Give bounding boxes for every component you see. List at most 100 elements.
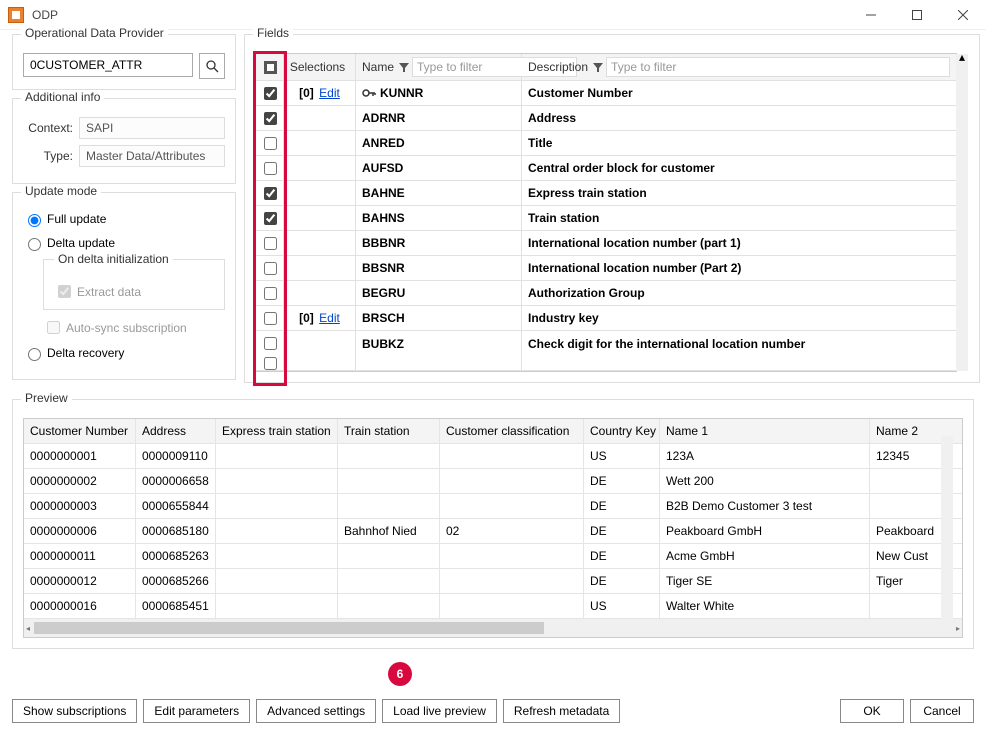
preview-row[interactable]: 00000000060000685180Bahnhof Nied02DEPeak… xyxy=(24,519,962,544)
field-row[interactable]: BAHNSTrain station xyxy=(256,206,956,231)
provider-search-button[interactable] xyxy=(199,53,225,79)
preview-row[interactable]: 00000000110000685263DEAcme GmbHNew Cust xyxy=(24,544,962,569)
field-name: BBSNR xyxy=(362,261,405,275)
preview-row[interactable]: 00000000010000009110US123A12345 xyxy=(24,444,962,469)
preview-cell: Peakboard GmbH xyxy=(660,519,870,543)
cancel-button[interactable]: Cancel xyxy=(910,699,974,723)
field-row-checkbox[interactable] xyxy=(264,262,277,275)
field-name: BAHNS xyxy=(362,211,405,225)
advanced-settings-button[interactable]: Advanced settings xyxy=(256,699,376,723)
field-row-checkbox[interactable] xyxy=(264,187,277,200)
field-row[interactable]: BAHNE Express train station xyxy=(256,181,956,206)
preview-column-header[interactable]: Name 2 xyxy=(870,419,940,443)
name-header[interactable]: Name xyxy=(362,60,394,74)
preview-column-header[interactable]: Customer classification xyxy=(440,419,584,443)
delta-recovery-radio[interactable] xyxy=(28,348,41,361)
preview-cell xyxy=(338,494,440,518)
full-update-radio[interactable] xyxy=(28,214,41,227)
preview-cell: 0000000011 xyxy=(24,544,136,568)
autosync-checkbox xyxy=(47,321,60,334)
field-row-checkbox[interactable] xyxy=(264,237,277,250)
preview-cell: 12345 xyxy=(870,444,940,468)
preview-row[interactable]: 00000000030000655844DEB2B Demo Customer … xyxy=(24,494,962,519)
preview-group: Preview Customer NumberAddressExpress tr… xyxy=(12,399,974,649)
preview-column-header[interactable]: Address xyxy=(136,419,216,443)
key-icon xyxy=(362,87,376,99)
select-all-checkbox[interactable] xyxy=(264,61,277,74)
field-row[interactable]: ADRNRAddress xyxy=(256,106,956,131)
fields-scrollbar[interactable]: ▴ xyxy=(956,54,968,371)
field-description: Central order block for customer xyxy=(528,161,715,175)
preview-row[interactable]: 00000000160000685451USWalter White xyxy=(24,594,962,619)
edit-parameters-button[interactable]: Edit parameters xyxy=(143,699,250,723)
preview-row[interactable]: 00000000020000006658DEWett 200 xyxy=(24,469,962,494)
field-name: BAHNE xyxy=(362,186,405,200)
preview-hscrollbar[interactable]: ◂ ▸ xyxy=(24,619,962,637)
field-row[interactable]: BBBNRInternational location number (part… xyxy=(256,231,956,256)
preview-cell: Tiger SE xyxy=(660,569,870,593)
extract-data-label: Extract data xyxy=(77,285,141,299)
preview-column-header[interactable]: Customer Number xyxy=(24,419,136,443)
preview-cell xyxy=(216,544,338,568)
update-legend: Update mode xyxy=(21,184,101,198)
close-button[interactable] xyxy=(940,0,986,30)
edit-selection-link[interactable]: Edit xyxy=(319,86,340,100)
preview-column-header[interactable]: Name 1 xyxy=(660,419,870,443)
preview-vscrollbar[interactable] xyxy=(941,436,953,620)
field-row-checkbox[interactable] xyxy=(264,162,277,175)
load-live-preview-button[interactable]: Load live preview xyxy=(382,699,497,723)
preview-cell: B2B Demo Customer 3 test xyxy=(660,494,870,518)
preview-cell xyxy=(440,569,584,593)
field-row[interactable]: BBSNRInternational location number (Part… xyxy=(256,256,956,281)
field-row[interactable]: ANREDTitle xyxy=(256,131,956,156)
edit-selection-link[interactable]: Edit xyxy=(319,311,340,325)
preview-cell xyxy=(870,594,940,618)
field-row-checkbox[interactable] xyxy=(264,287,277,300)
description-filter-input[interactable] xyxy=(606,57,950,77)
field-description: Industry key xyxy=(528,311,599,325)
field-row[interactable]: [0] EditBRSCHIndustry key xyxy=(256,306,956,331)
preview-legend: Preview xyxy=(21,391,72,405)
ok-button[interactable]: OK xyxy=(840,699,904,723)
field-row[interactable]: BEGRUAuthorization Group xyxy=(256,281,956,306)
preview-cell xyxy=(440,494,584,518)
provider-input[interactable] xyxy=(23,53,193,77)
delta-update-radio[interactable] xyxy=(28,238,41,251)
preview-cell: DE xyxy=(584,569,660,593)
description-header[interactable]: Description xyxy=(528,60,588,74)
preview-cell: DE xyxy=(584,544,660,568)
preview-cell: 0000000001 xyxy=(24,444,136,468)
field-name: KUNNR xyxy=(380,86,423,100)
show-subscriptions-button[interactable]: Show subscriptions xyxy=(12,699,137,723)
field-row[interactable]: BUBKZCheck digit for the international l… xyxy=(256,331,956,356)
preview-cell: 0000685451 xyxy=(136,594,216,618)
preview-cell: 0000000016 xyxy=(24,594,136,618)
field-row-checkbox[interactable] xyxy=(264,337,277,350)
field-row[interactable]: [0] EditKUNNRCustomer Number xyxy=(256,81,956,106)
field-row[interactable]: AUFSDCentral order block for customer xyxy=(256,156,956,181)
maximize-button[interactable] xyxy=(894,0,940,30)
preview-row[interactable]: 00000000120000685266DETiger SETiger xyxy=(24,569,962,594)
selections-header[interactable]: Selections xyxy=(290,60,345,74)
field-name: BBBNR xyxy=(362,236,405,250)
field-row-checkbox[interactable] xyxy=(264,112,277,125)
preview-cell: New Cust xyxy=(870,544,940,568)
autosync-label: Auto-sync subscription xyxy=(66,321,187,335)
delta-recovery-label: Delta recovery xyxy=(47,346,124,360)
refresh-metadata-button[interactable]: Refresh metadata xyxy=(503,699,620,723)
field-row-checkbox[interactable] xyxy=(264,87,277,100)
field-row-checkbox[interactable] xyxy=(264,137,277,150)
field-row-checkbox[interactable] xyxy=(264,312,277,325)
minimize-button[interactable] xyxy=(848,0,894,30)
preview-column-header[interactable]: Express train station xyxy=(216,419,338,443)
preview-column-header[interactable]: Country Key xyxy=(584,419,660,443)
preview-cell xyxy=(440,594,584,618)
field-row-checkbox[interactable] xyxy=(264,357,277,370)
window-title: ODP xyxy=(32,8,848,22)
preview-cell xyxy=(870,494,940,518)
preview-column-header[interactable]: Train station xyxy=(338,419,440,443)
field-row-checkbox[interactable] xyxy=(264,212,277,225)
selection-count: [0] xyxy=(299,311,314,325)
preview-cell: 123A xyxy=(660,444,870,468)
field-description: Express train station xyxy=(528,186,647,200)
